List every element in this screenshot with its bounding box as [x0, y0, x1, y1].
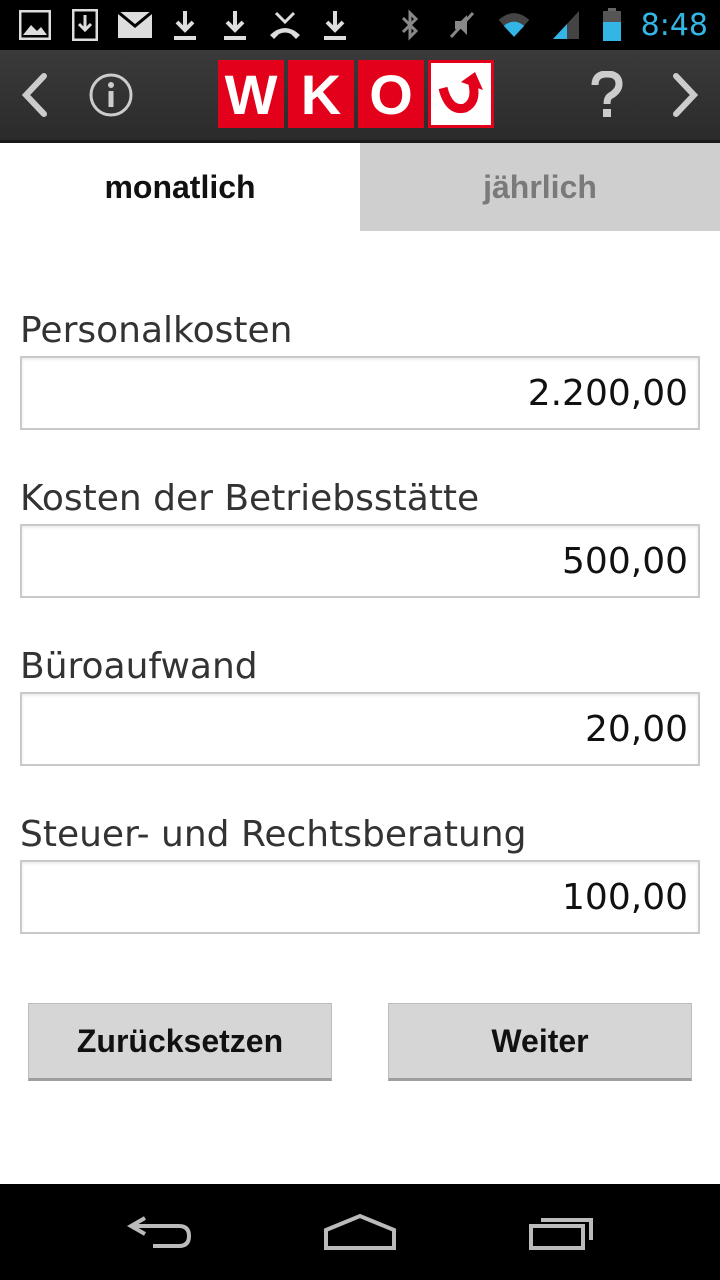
help-button[interactable]	[572, 50, 642, 140]
bluetooth-icon	[393, 8, 427, 42]
nav-recent-apps-button[interactable]	[502, 1184, 622, 1280]
notification-icons	[18, 8, 352, 42]
next-button[interactable]: Weiter	[388, 1003, 692, 1081]
nav-back-button[interactable]	[100, 1184, 220, 1280]
system-icons: 8:48	[393, 6, 708, 44]
mute-icon	[445, 8, 479, 42]
action-bar: W K O	[0, 50, 720, 143]
home-icon	[324, 1213, 396, 1250]
bueroaufwand-label: Büroaufwand	[20, 646, 258, 687]
betriebsstaette-label: Kosten der Betriebsstätte	[20, 478, 480, 519]
info-button[interactable]	[76, 50, 146, 140]
wko-logo: W K O	[218, 60, 502, 128]
system-nav-bar	[0, 1184, 720, 1280]
chevron-right-icon	[673, 73, 699, 117]
mail-icon	[118, 8, 152, 42]
tab-jaehrlich[interactable]: jährlich	[360, 143, 720, 231]
download-box-icon	[68, 8, 102, 42]
question-mark-icon	[591, 71, 623, 117]
forward-button[interactable]	[650, 50, 720, 140]
back-arrow-icon	[126, 1216, 192, 1248]
download-icon	[218, 8, 252, 42]
recent-apps-icon	[529, 1218, 593, 1250]
logo-arrow-icon	[428, 60, 494, 128]
personalkosten-label: Personalkosten	[20, 310, 293, 351]
nav-home-button[interactable]	[300, 1184, 420, 1280]
clock: 8:48	[640, 7, 708, 43]
personalkosten-input[interactable]	[20, 356, 700, 430]
battery-icon	[601, 8, 623, 42]
download-icon	[168, 8, 202, 42]
bueroaufwand-input[interactable]	[20, 692, 700, 766]
tab-monatlich[interactable]: monatlich	[0, 143, 360, 231]
signal-icon	[549, 8, 583, 42]
steuerberatung-input[interactable]	[20, 860, 700, 934]
info-icon	[89, 73, 133, 117]
image-icon	[18, 8, 52, 42]
logo-letter: O	[358, 60, 424, 128]
wifi-icon	[497, 8, 531, 42]
status-bar: 8:48	[0, 0, 720, 50]
missed-call-icon	[268, 8, 302, 42]
reset-button[interactable]: Zurücksetzen	[28, 1003, 332, 1081]
betriebsstaette-input[interactable]	[20, 524, 700, 598]
logo-letter: W	[218, 60, 284, 128]
logo-letter: K	[288, 60, 354, 128]
back-button[interactable]	[0, 50, 70, 140]
steuerberatung-label: Steuer- und Rechtsberatung	[20, 814, 527, 855]
download-icon	[318, 8, 352, 42]
period-tabs: monatlich jährlich	[0, 143, 720, 231]
chevron-left-icon	[21, 73, 47, 117]
